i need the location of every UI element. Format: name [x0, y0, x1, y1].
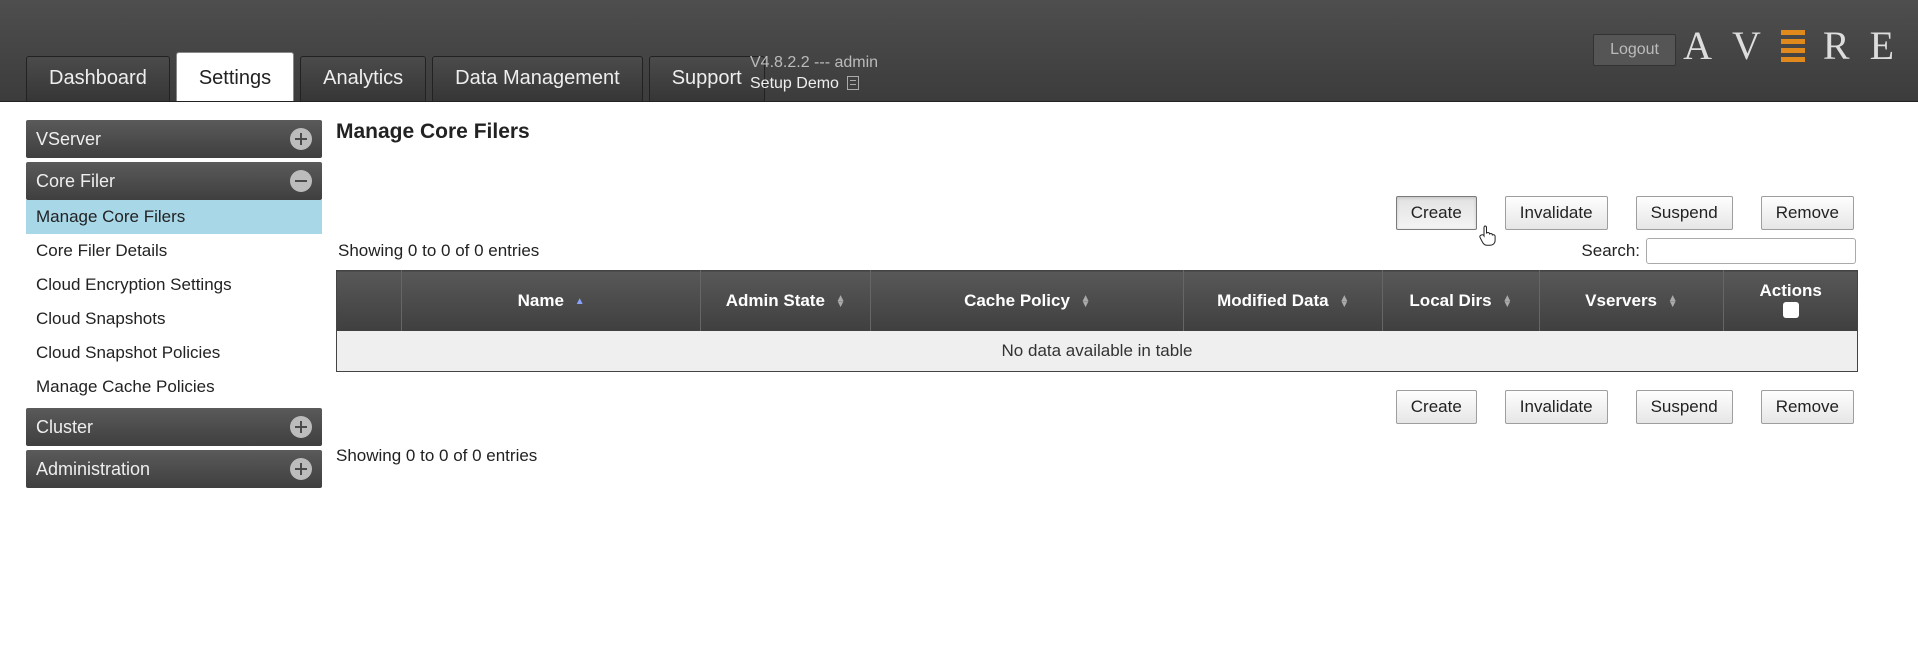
invalidate-button[interactable]: Invalidate — [1505, 196, 1608, 230]
col-label: Admin State — [726, 291, 825, 310]
main-tabs: Dashboard Settings Analytics Data Manage… — [26, 52, 771, 101]
expand-icon — [290, 458, 312, 480]
col-admin-state[interactable]: Admin State ▲▼ — [700, 271, 871, 332]
sort-icon: ▲▼ — [1081, 296, 1091, 308]
col-expand[interactable] — [337, 271, 402, 332]
sidebar-item-cloud-snapshots[interactable]: Cloud Snapshots — [26, 302, 322, 336]
header-meta: V4.8.2.2 --- admin Setup Demo — [750, 53, 878, 95]
col-label: Actions — [1759, 281, 1821, 300]
sidebar-item-manage-cache-policies[interactable]: Manage Cache Policies — [26, 370, 322, 404]
showing-entries-bottom: Showing 0 to 0 of 0 entries — [336, 446, 1858, 466]
expand-icon — [290, 128, 312, 150]
tab-analytics[interactable]: Analytics — [300, 56, 426, 101]
action-row-bottom: Create Invalidate Suspend Remove — [336, 390, 1858, 424]
tab-support[interactable]: Support — [649, 56, 765, 101]
select-all-checkbox[interactable] — [1783, 302, 1799, 318]
sidebar-section-label: VServer — [36, 129, 101, 150]
logout-button[interactable]: Logout — [1593, 34, 1676, 66]
sidebar: VServer Core Filer Manage Core Filers Co… — [26, 120, 322, 492]
sidebar-section-core-filer[interactable]: Core Filer — [26, 162, 322, 200]
brand-letter-e2: E — [1870, 22, 1896, 69]
brand-letter-r: R — [1823, 22, 1852, 69]
remove-button-bottom[interactable]: Remove — [1761, 390, 1854, 424]
main-content: Manage Core Filers Create Invalidate Sus… — [336, 120, 1918, 466]
table-empty-row: No data available in table — [337, 331, 1858, 372]
col-label: Modified Data — [1217, 291, 1328, 310]
sidebar-section-label: Core Filer — [36, 171, 115, 192]
invalidate-button-bottom[interactable]: Invalidate — [1505, 390, 1608, 424]
top-bar: Logout A V R E Dashboard Settings Analyt… — [0, 0, 1918, 102]
page-title: Manage Core Filers — [336, 120, 1858, 144]
col-name[interactable]: Name ▲ — [402, 271, 701, 332]
col-cache-policy[interactable]: Cache Policy ▲▼ — [871, 271, 1184, 332]
search-input[interactable] — [1646, 238, 1856, 264]
showing-entries-top: Showing 0 to 0 of 0 entries — [338, 241, 539, 261]
col-modified-data[interactable]: Modified Data ▲▼ — [1184, 271, 1383, 332]
col-label: Local Dirs — [1409, 291, 1491, 310]
sort-icon: ▲▼ — [1668, 296, 1678, 308]
brand-logo: A V R E — [1683, 22, 1896, 69]
sidebar-section-vserver[interactable]: VServer — [26, 120, 322, 158]
create-button[interactable]: Create — [1396, 196, 1477, 230]
core-filers-table: Name ▲ Admin State ▲▼ Cache Policy ▲▼ — [336, 270, 1858, 372]
suspend-button[interactable]: Suspend — [1636, 196, 1733, 230]
expand-icon — [290, 416, 312, 438]
col-vservers[interactable]: Vservers ▲▼ — [1539, 271, 1724, 332]
brand-letter-e-icon — [1781, 25, 1805, 67]
sidebar-item-core-filer-details[interactable]: Core Filer Details — [26, 234, 322, 268]
tab-data-management[interactable]: Data Management — [432, 56, 643, 101]
sort-icon: ▲ — [575, 299, 585, 305]
col-label: Vservers — [1585, 291, 1657, 310]
setup-line: Setup Demo — [750, 75, 839, 92]
suspend-button-bottom[interactable]: Suspend — [1636, 390, 1733, 424]
sort-icon: ▲▼ — [836, 296, 846, 308]
document-icon[interactable] — [847, 76, 859, 90]
sidebar-section-label: Administration — [36, 459, 150, 480]
version-line: V4.8.2.2 --- admin — [750, 53, 878, 74]
col-local-dirs[interactable]: Local Dirs ▲▼ — [1383, 271, 1539, 332]
action-row-top: Create Invalidate Suspend Remove — [336, 196, 1858, 230]
sort-icon: ▲▼ — [1339, 296, 1349, 308]
sidebar-section-cluster[interactable]: Cluster — [26, 408, 322, 446]
search-label: Search: — [1581, 241, 1640, 261]
collapse-icon — [290, 170, 312, 192]
brand-letter-v: V — [1732, 22, 1763, 69]
sidebar-section-label: Cluster — [36, 417, 93, 438]
tab-settings[interactable]: Settings — [176, 52, 294, 101]
sidebar-section-administration[interactable]: Administration — [26, 450, 322, 488]
remove-button[interactable]: Remove — [1761, 196, 1854, 230]
sidebar-item-cloud-encryption[interactable]: Cloud Encryption Settings — [26, 268, 322, 302]
col-label: Name — [518, 291, 564, 310]
empty-message: No data available in table — [337, 331, 1858, 372]
sort-icon: ▲▼ — [1502, 296, 1512, 308]
tab-dashboard[interactable]: Dashboard — [26, 56, 170, 101]
col-actions[interactable]: Actions — [1724, 271, 1858, 332]
brand-letter-a: A — [1683, 22, 1714, 69]
col-label: Cache Policy — [964, 291, 1070, 310]
create-button-bottom[interactable]: Create — [1396, 390, 1477, 424]
sidebar-item-manage-core-filers[interactable]: Manage Core Filers — [26, 200, 322, 234]
sidebar-item-cloud-snap-policies[interactable]: Cloud Snapshot Policies — [26, 336, 322, 370]
